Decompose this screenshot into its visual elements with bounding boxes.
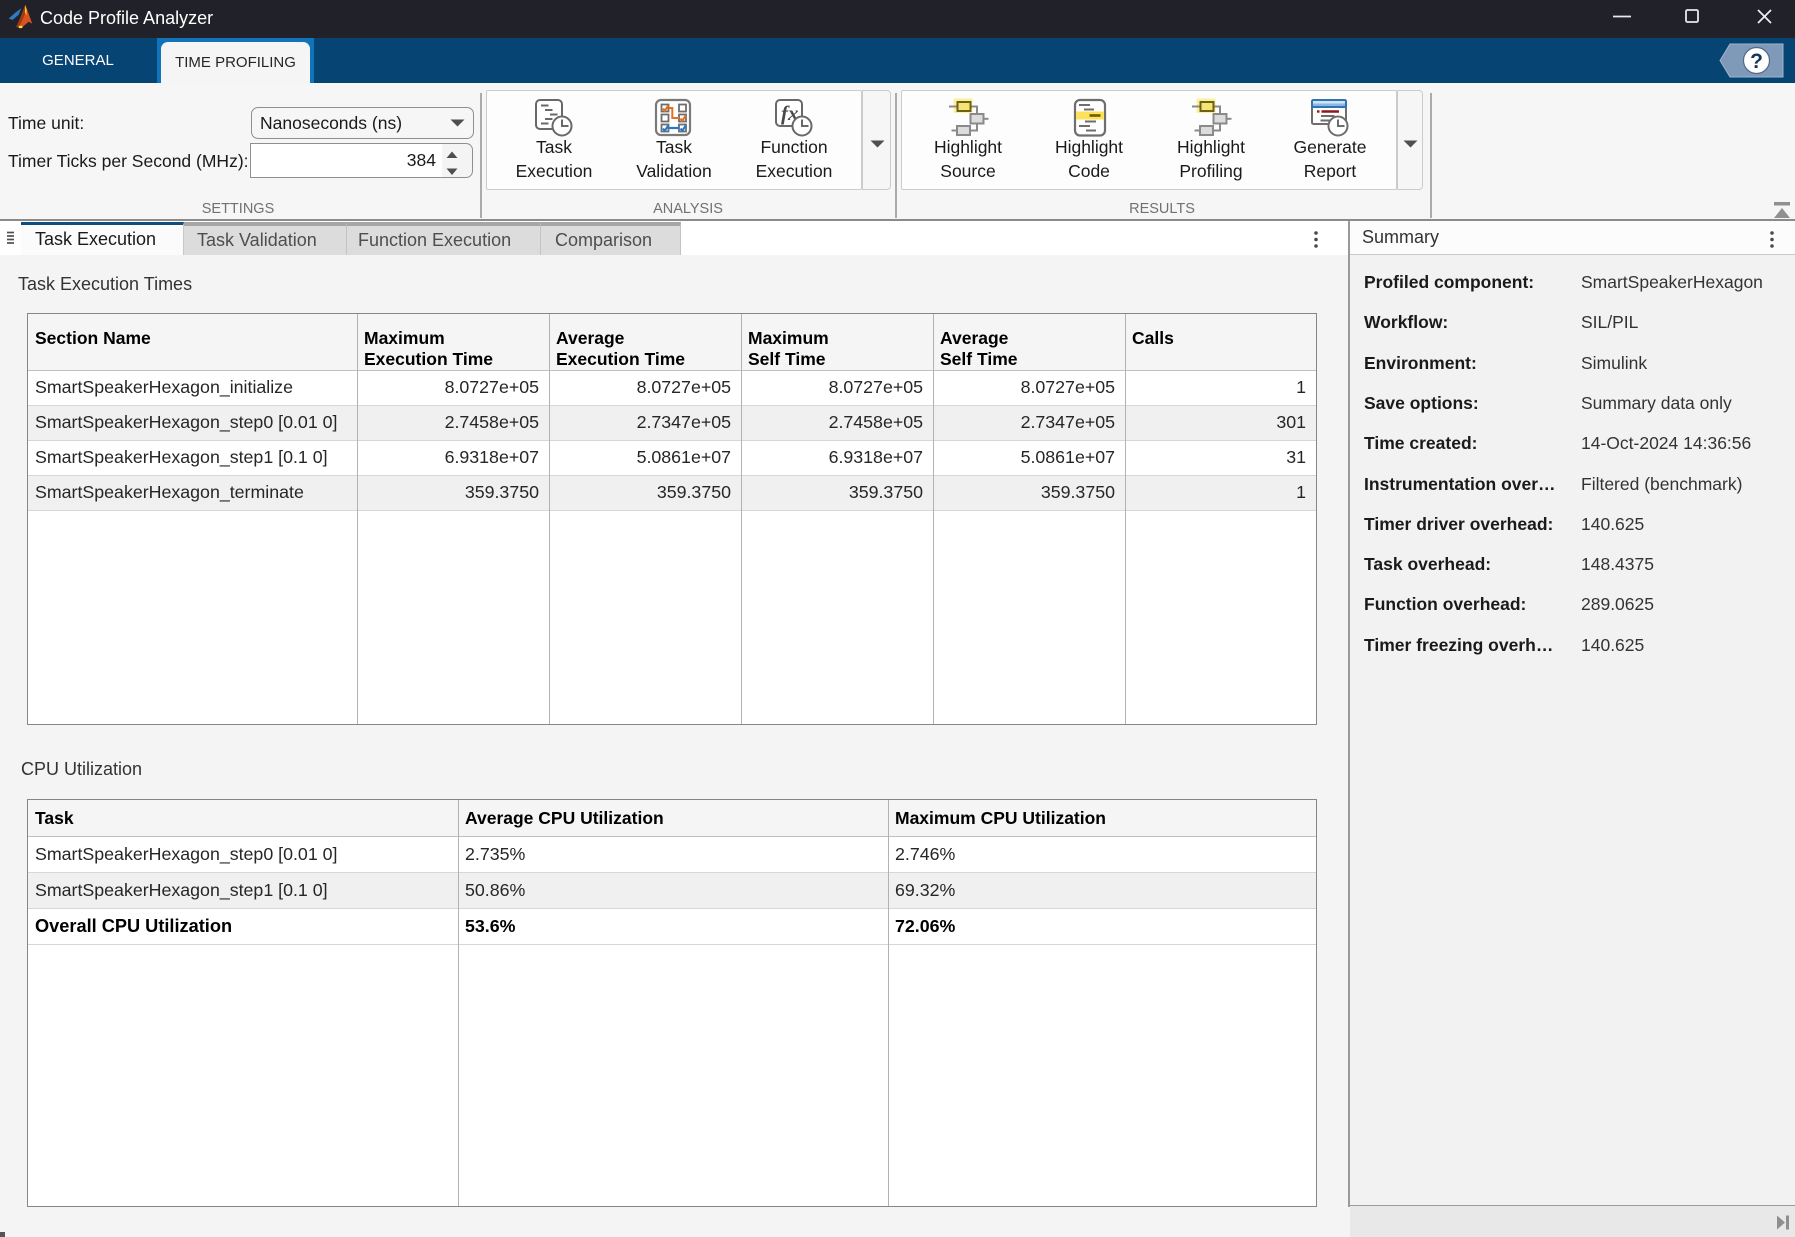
svg-text:?: ? <box>1750 50 1763 73</box>
